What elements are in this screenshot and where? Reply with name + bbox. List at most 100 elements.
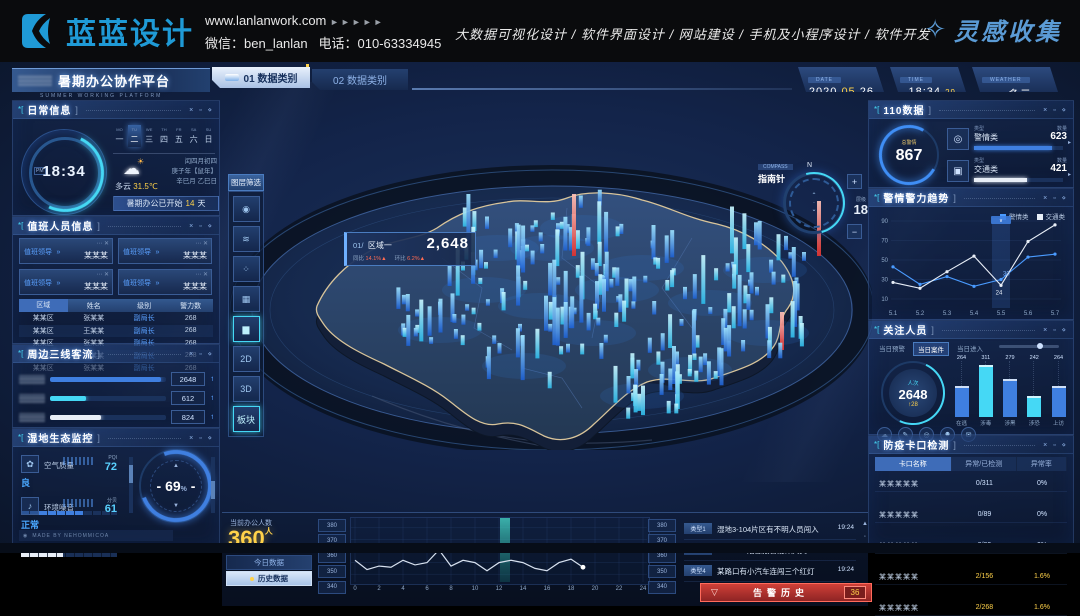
phone-label: 电话： [318,36,357,51]
y-axis-left: 380370360350340 [318,519,346,596]
alert-text: 某路口有小汽车连闯三个红灯 [717,566,815,577]
range-slider[interactable] [999,345,1059,348]
city-3d-map[interactable] [222,98,872,450]
star-icon: ✧ [924,14,946,45]
active-dot [250,577,254,581]
y-tick: 380 [648,519,676,532]
focus-tab[interactable]: 当日预警 [875,342,909,356]
filter-icon: 2D [240,354,252,364]
copyright-icon: ◉ [23,533,28,539]
wechat-label: 微信： [205,36,244,51]
panel-window-icons[interactable]: × ▫ ⋄ [189,222,214,230]
dashboard: 暑期办公协作平台 SUMMER WORKING PLATFORM 01 数据类别… [0,62,1080,553]
duty-leader-card[interactable]: 值班领导 » ⋯ ✕ 某某某 [19,269,113,295]
date-block: DATE 2020.05.26 [798,67,884,92]
panel-window-icons[interactable]: × ▫ ⋄ [1043,194,1068,202]
filter-button[interactable]: ◉ [233,196,260,222]
duty-leader-card[interactable]: 值班领导 » ⋯ ✕ 某某某 [19,238,113,264]
weekday-cell[interactable]: SU 日 [202,125,215,147]
svg-text:5.7: 5.7 [1051,311,1060,317]
filter-button[interactable]: ≋ [233,226,260,252]
weekday-cell[interactable]: SA 六 [187,125,200,147]
panel-title: 湿地生态监控 [27,430,93,445]
scroll-track[interactable] [211,457,215,513]
more-icon[interactable]: ⋯ ✕ [96,240,109,247]
alert-item[interactable]: 类型4 某路口有小汽车连闯三个红灯 19:24 [684,561,856,582]
panel-mark: *[ [874,105,879,114]
table-row: 某某区 王某某 副局长 268 [19,325,213,338]
person-name: 某某某 [84,281,108,292]
weekday-cell[interactable]: WE 三 [143,125,156,147]
svg-text:70: 70 [881,239,888,245]
wechat-value: ben_lanlan [244,36,308,51]
alert-item[interactable]: 类型1 湿地3-104片区有不明人员闯入 19:24 [684,519,856,540]
panel-window-icons[interactable]: × ▫ ⋄ [1043,106,1068,114]
dotted-leader [108,353,181,355]
tab-data-category-2[interactable]: 02 数据类别 [312,69,408,90]
more-icon[interactable]: ⋯ ✕ [195,271,208,278]
panel-window-icons[interactable]: × ▫ ⋄ [189,350,214,358]
alarm-type-row: ◎ 类型 警情类 数量 623 ▸ [947,125,1067,157]
arrow-up-icon[interactable]: ▲ [862,521,868,527]
focus-tab[interactable]: 当日进入 [953,342,987,356]
weekday-cell[interactable]: TH 四 [157,125,170,147]
cloud-icon: ☁ [123,159,140,179]
svg-text:5.6: 5.6 [1024,311,1033,317]
compass-ring[interactable]: ⌃·⌄ [783,172,845,234]
panel-window-icons[interactable]: × ▫ ⋄ [1043,326,1068,334]
header-rate[interactable]: 异常率 [1017,457,1067,471]
header-checkpoint-name[interactable]: 卡口名称 [875,457,952,471]
person-name: 某某某 [84,250,108,261]
panel-window-icons[interactable]: × ▫ ⋄ [189,106,214,114]
zoom-out-button[interactable]: − [847,224,862,239]
filter-button[interactable]: ▦ [233,286,260,312]
weekday-cell[interactable]: FR 五 [172,125,185,147]
panel-mark: *[ [874,325,879,334]
compass-widget: COMPASS 指南针 N ⌃·⌄ + − 层级 18 [752,162,870,256]
logo-text: 蓝蓝设计 [66,9,194,53]
x-tick: 12 [494,586,504,592]
dotted-leader [964,197,1035,199]
today-data-button[interactable]: 今日数据 [226,555,312,570]
inspiration-collect[interactable]: ✧ 灵感收集 [924,12,1062,47]
flow-value: 2648 [171,372,205,386]
header-detected[interactable]: 异常/已检测 [952,457,1017,471]
filter-button[interactable]: 板块 [233,406,260,432]
zoom-in-button[interactable]: + [847,174,862,189]
caret-up-icon[interactable]: ▲ [173,463,179,469]
website-link[interactable]: www.lanlanwork.com [205,13,326,28]
filter-button[interactable]: ▆ [233,316,260,342]
inspiration-label: 灵感收集 [954,12,1062,47]
focus-tab[interactable]: 当日案件 [913,342,949,356]
weekday-cell[interactable]: TU 二 [128,125,141,147]
svg-text:10: 10 [881,297,888,303]
x-tick: 0 [350,586,360,592]
table-header: 区域 姓名 级别 警力数 [19,299,213,312]
y-tick: 380 [318,519,346,532]
weekday-cell[interactable]: MO 一 [113,125,126,147]
duty-cards: 值班领导 » ⋯ ✕ 某某某 值班领导 » ⋯ ✕ 某某某 值班领导 » ⋯ ✕… [19,238,213,295]
filter-button[interactable]: 2D [233,346,260,372]
filter-button[interactable]: ⁘ [233,256,260,282]
more-icon[interactable]: ⋯ ✕ [96,271,109,278]
svg-text:24: 24 [996,290,1003,296]
caret-down-icon[interactable]: ▼ [173,503,179,509]
filter-button[interactable]: 3D [233,376,260,402]
duty-leader-card[interactable]: 值班领导 » ⋯ ✕ 某某某 [118,269,212,295]
flow-bar-row: 824 ↿ [19,409,215,425]
history-data-button[interactable]: 历史数据 [226,571,312,586]
y-tick: 340 [318,581,346,594]
more-icon[interactable]: ⋯ ✕ [195,240,208,247]
dot-icon: ◦ [864,534,866,540]
alert-history-banner[interactable]: ▽ 告警历史 36 [700,583,872,602]
svg-text:90: 90 [881,219,888,225]
bar-track [974,146,1063,150]
flow-bar-fill [50,415,101,420]
panel-window-icons[interactable]: × ▫ ⋄ [1043,441,1068,449]
tab-data-category-1[interactable]: 01 数据类别 [212,67,310,88]
scroll-track[interactable] [129,457,133,513]
panel-mark: *[ [18,221,23,230]
alert-text: 湿地3-104片区有不明人员闯入 [717,524,819,535]
panel-window-icons[interactable]: × ▫ ⋄ [189,434,214,442]
duty-leader-card[interactable]: 值班领导 » ⋯ ✕ 某某某 [118,238,212,264]
